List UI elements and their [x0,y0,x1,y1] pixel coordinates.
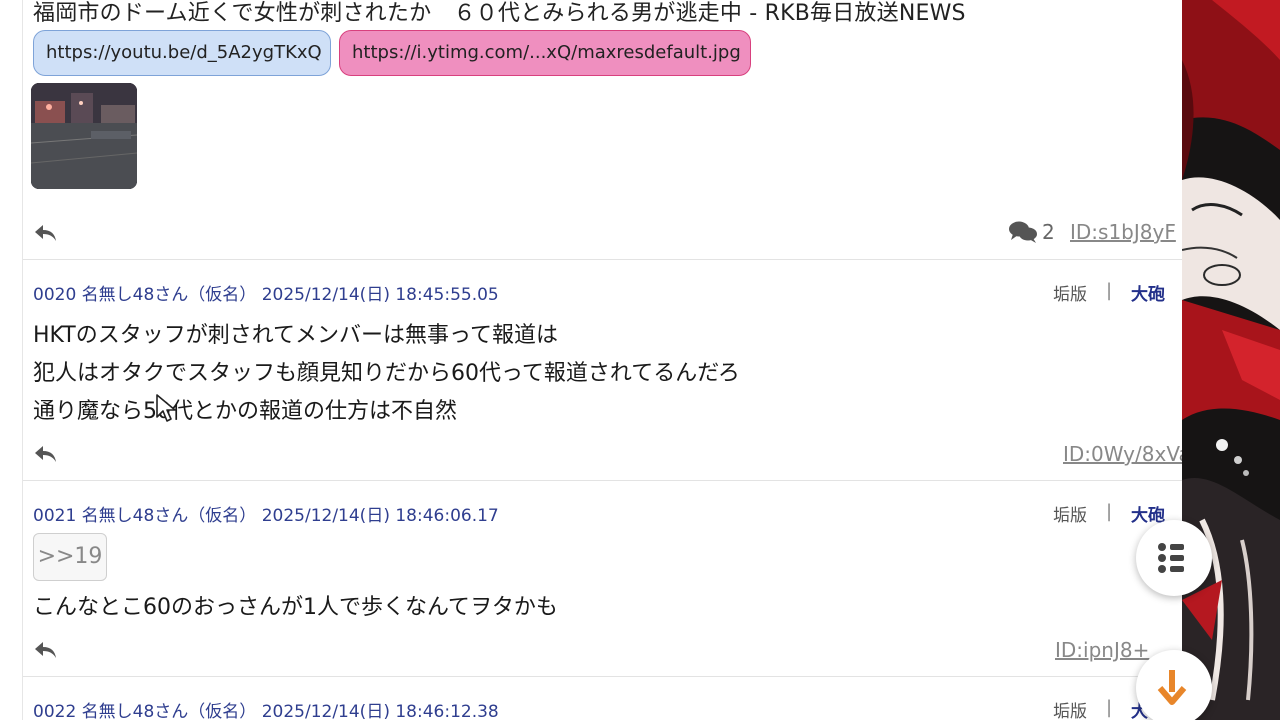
reply-icon[interactable] [33,222,59,244]
post-header: 0020 名無し48さん（仮名） 2025/12/14(日) 18:45:55.… [33,285,499,305]
cannon-link[interactable]: 大砲 [1131,280,1165,305]
comment-count-button[interactable]: 2 [1008,218,1066,246]
header-divider: | [1106,280,1113,301]
post-body-line: HKTのスタッフが刺されてメンバーは無事って報道は [33,323,558,348]
trash-board-link[interactable]: 垢版 [1053,697,1087,720]
arrow-down-icon [1157,670,1187,705]
post-body-line: こんなとこ60のおっさんが1人で歩くなんてヲタかも [33,595,558,620]
trash-board-link[interactable]: 垢版 [1053,501,1087,526]
image-link-chip[interactable]: https://i.ytimg.com/...xQ/maxresdefault.… [339,30,751,76]
post-divider [23,480,1182,481]
video-thumbnail[interactable] [31,83,137,189]
reply-anchor-chip[interactable]: >>19 [33,533,107,581]
post-body-line: 通り魔なら50代とかの報道の仕方は不自然 [33,399,457,424]
side-art-panel [1182,0,1280,720]
youtube-link-chip[interactable]: https://youtu.be/d_5A2ygTKxQ [33,30,331,76]
poster-id-link[interactable]: ID:s1bJ8yF [1070,220,1176,244]
header-divider: | [1106,501,1113,522]
reply-icon[interactable] [33,443,59,465]
post-divider [23,676,1182,677]
reply-icon[interactable] [33,639,59,661]
post-header: 0022 名無し48さん（仮名） 2025/12/14(日) 18:46:12.… [33,702,499,720]
poster-id-link[interactable]: ID:0Wy/8xVa [1063,442,1182,466]
comment-count: 2 [1042,220,1055,244]
post-list-button[interactable] [1136,520,1212,596]
scroll-down-button[interactable] [1136,650,1212,720]
header-divider: | [1106,697,1113,718]
post-divider [23,259,1182,260]
thread-view: 福岡市のドーム近くで女性が刺されたか ６０代とみられる男が逃走中 - RKB毎日… [22,0,1182,720]
trash-board-link[interactable]: 垢版 [1053,280,1087,305]
post-header: 0021 名無し48さん（仮名） 2025/12/14(日) 18:46:06.… [33,506,499,526]
list-icon [1158,543,1184,573]
post-link-title: 福岡市のドーム近くで女性が刺されたか ６０代とみられる男が逃走中 - RKB毎日… [33,1,966,26]
post-body-line: 犯人はオタクでスタッフも顔見知りだから60代って報道されてるんだろ [33,361,740,386]
comments-icon [1009,221,1037,243]
